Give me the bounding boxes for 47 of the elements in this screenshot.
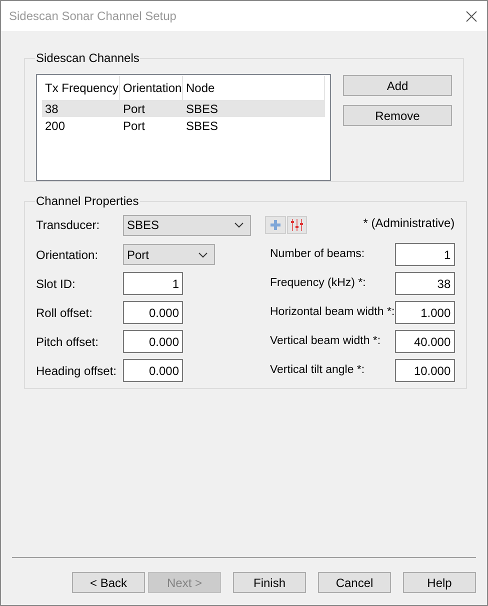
list-row[interactable]: 38 Port SBES: [42, 100, 325, 117]
wizard-button[interactable]: Finish: [233, 572, 306, 593]
wizard-button[interactable]: Cancel: [318, 572, 391, 593]
list-cell-text: Port: [122, 100, 146, 118]
list-cell-text: SBES: [185, 100, 220, 118]
list-row[interactable]: 200 Port SBES: [42, 117, 325, 134]
list-cell-text: 200: [44, 118, 66, 134]
note-text: * (Administrative): [363, 215, 455, 232]
window-title: Sidescan Sonar Channel Setup: [9, 8, 176, 25]
field-label: Transducer:: [36, 217, 101, 234]
field-label: Heading offset:: [36, 362, 118, 380]
list-cell-text: SBES: [185, 118, 220, 134]
input-field[interactable]: 1: [123, 272, 183, 295]
dropdown[interactable]: Port: [123, 244, 215, 265]
list-button[interactable]: Add: [343, 75, 452, 96]
field-label: Roll offset:: [36, 304, 94, 322]
input-field[interactable]: 40.000: [394, 330, 455, 353]
input-field[interactable]: 0.000: [123, 330, 183, 353]
input-field[interactable]: 38: [394, 272, 455, 295]
field-label: Orientation:: [36, 246, 100, 264]
chevron-down-icon: [198, 252, 208, 258]
field-label: Vertical beam width *:: [270, 334, 381, 349]
list-button[interactable]: Remove: [343, 105, 452, 126]
close-icon[interactable]: [466, 10, 477, 22]
input-field[interactable]: 0.000: [123, 359, 183, 382]
dropdown-value: Port: [127, 246, 150, 264]
group-title: Channel Properties: [35, 193, 140, 210]
wizard-button[interactable]: Help: [403, 572, 476, 593]
dropdown[interactable]: SBES: [123, 214, 251, 236]
field-label: Horizontal beam width *:: [270, 304, 395, 320]
field-label: Frequency (kHz) *:: [270, 276, 366, 291]
plus-icon-button[interactable]: [265, 216, 286, 234]
field-label: Slot ID:: [36, 276, 76, 292]
input-field[interactable]: 1.000: [394, 301, 455, 324]
input-field[interactable]: 1: [394, 243, 455, 266]
dropdown-value: SBES: [127, 217, 160, 234]
field-label: Vertical tilt angle *:: [270, 362, 365, 378]
field-label: Pitch offset:: [36, 334, 100, 350]
input-field[interactable]: 10.000: [394, 359, 455, 382]
group-title: Sidescan Channels: [35, 50, 140, 67]
chevron-down-icon: [234, 222, 244, 228]
list-cell-text: 38: [44, 100, 60, 118]
field-label: Number of beams:: [270, 246, 365, 262]
wizard-button[interactable]: < Back: [72, 572, 145, 593]
list-cell-text: Port: [122, 118, 146, 134]
input-field[interactable]: 0.000: [123, 301, 183, 324]
sliders-icon-button[interactable]: [287, 216, 307, 234]
